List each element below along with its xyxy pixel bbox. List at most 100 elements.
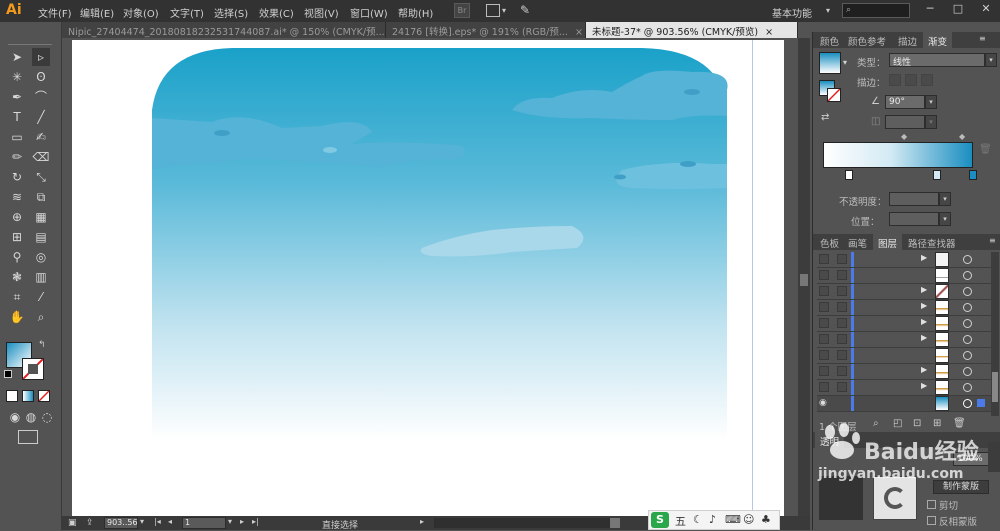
zoom-field[interactable]: 903..56 bbox=[104, 517, 138, 529]
stroke-swatch-small[interactable] bbox=[827, 88, 841, 102]
menu-view[interactable]: 视图(V) bbox=[304, 5, 339, 20]
menu-window[interactable]: 窗口(W) bbox=[350, 5, 388, 20]
free-transform-tool-icon[interactable]: ⧉ bbox=[32, 188, 50, 206]
opacity-dropdown-icon[interactable]: ▾ bbox=[939, 192, 951, 206]
menu-effect[interactable]: 效果(C) bbox=[259, 5, 294, 20]
magic-wand-tool-icon[interactable]: ✳ bbox=[8, 68, 26, 86]
layer-row-selected[interactable]: ◉ bbox=[817, 396, 997, 412]
prev-page-icon[interactable]: ◂ bbox=[168, 517, 172, 526]
panel-menu-icon[interactable]: ≡ bbox=[979, 34, 986, 43]
lock-toggle[interactable] bbox=[837, 254, 847, 264]
target-icon[interactable] bbox=[963, 303, 972, 312]
tab-brushes[interactable]: 画笔 bbox=[843, 234, 872, 250]
tab-stroke[interactable]: 描边 bbox=[893, 32, 922, 48]
layer-row[interactable] bbox=[817, 348, 997, 364]
target-icon[interactable] bbox=[963, 367, 972, 376]
lock-toggle[interactable] bbox=[837, 382, 847, 392]
scale-tool-icon[interactable]: ⤡ bbox=[32, 168, 50, 186]
direct-selection-tool-icon[interactable]: ▹ bbox=[32, 48, 50, 66]
lock-toggle[interactable] bbox=[837, 334, 847, 344]
workspace-dropdown-icon[interactable]: ▾ bbox=[826, 6, 830, 15]
gradient-tool-icon[interactable]: ▤ bbox=[32, 228, 50, 246]
expand-arrow-icon[interactable]: ▶ bbox=[921, 301, 927, 310]
gradient-stop-blue[interactable] bbox=[969, 170, 977, 180]
skin-icon[interactable]: ☺ bbox=[743, 513, 754, 526]
menu-help[interactable]: 帮助(H) bbox=[398, 5, 433, 20]
lock-toggle[interactable] bbox=[837, 302, 847, 312]
eyedropper-tool-icon[interactable]: ⚲ bbox=[8, 248, 26, 266]
tab-color-guide[interactable]: 颜色参考 bbox=[843, 32, 891, 48]
next-page-icon[interactable]: ▸ bbox=[240, 517, 244, 526]
expand-arrow-icon[interactable]: ▶ bbox=[921, 381, 927, 390]
clip-checkbox[interactable] bbox=[927, 500, 936, 509]
zoom-dropdown-icon[interactable]: ▾ bbox=[140, 517, 144, 526]
vertical-scrollbar[interactable] bbox=[798, 38, 810, 516]
blend-tool-icon[interactable]: ◎ bbox=[32, 248, 50, 266]
first-page-icon[interactable]: |◂ bbox=[154, 517, 161, 526]
shape-builder-tool-icon[interactable]: ⊕ bbox=[8, 208, 26, 226]
visibility-toggle[interactable] bbox=[819, 382, 829, 392]
layer-row[interactable]: ▶ bbox=[817, 380, 997, 396]
tab-swatches[interactable]: 色板 bbox=[815, 234, 844, 250]
sky-illustration[interactable] bbox=[72, 40, 784, 516]
tab-document-3[interactable]: 未标题-37* @ 903.56% (CMYK/预览) × bbox=[586, 22, 798, 38]
visibility-toggle[interactable] bbox=[819, 318, 829, 328]
perspective-grid-tool-icon[interactable]: ▦ bbox=[32, 208, 50, 226]
none-mode-icon[interactable] bbox=[38, 390, 50, 402]
stroke-swatch[interactable] bbox=[22, 358, 44, 380]
chevron-down-icon[interactable]: ▾ bbox=[502, 6, 506, 15]
width-tool-icon[interactable]: ≋ bbox=[8, 188, 26, 206]
expand-arrow-icon[interactable]: ▶ bbox=[921, 365, 927, 374]
tab-pathfinder[interactable]: 路径查找器 bbox=[903, 234, 961, 250]
panel-menu-icon[interactable]: ≡ bbox=[989, 236, 996, 245]
ime-mode-label[interactable]: 五 bbox=[675, 513, 686, 529]
target-icon[interactable] bbox=[963, 351, 972, 360]
gradient-presets-icon[interactable]: ▾ bbox=[843, 58, 847, 67]
moon-icon[interactable]: ☾ bbox=[693, 513, 703, 526]
selection-indicator[interactable] bbox=[977, 399, 985, 407]
stroke-along-icon[interactable] bbox=[905, 74, 917, 86]
default-colors-icon[interactable] bbox=[4, 370, 12, 378]
menu-file[interactable]: 文件(F) bbox=[38, 5, 72, 20]
layer-row[interactable]: ▶ bbox=[817, 300, 997, 316]
lasso-tool-icon[interactable]: ʘ bbox=[32, 68, 50, 86]
target-icon[interactable] bbox=[963, 255, 972, 264]
paintbrush-tool-icon[interactable]: ✍ bbox=[32, 128, 50, 146]
invert-mask-checkbox[interactable] bbox=[927, 516, 936, 525]
page-dropdown-icon[interactable]: ▾ bbox=[228, 517, 232, 526]
collapsed-panel-icons[interactable] bbox=[988, 442, 1000, 472]
midpoint-diamond-icon[interactable]: ◆ bbox=[901, 132, 907, 141]
layer-row[interactable]: ▶ bbox=[817, 364, 997, 380]
zoom-tool-icon[interactable]: ⌕ bbox=[32, 308, 50, 326]
pen-tool-icon[interactable]: ✒ bbox=[8, 88, 26, 106]
scrollbar-thumb[interactable] bbox=[800, 274, 808, 286]
tab-document-2[interactable]: 24176 [转换].eps* @ 191% (RGB/预... × bbox=[386, 22, 586, 38]
camera-icon[interactable]: ▣ bbox=[68, 518, 77, 528]
visibility-toggle[interactable] bbox=[819, 286, 829, 296]
layer-row[interactable]: ▶ bbox=[817, 316, 997, 332]
curvature-tool-icon[interactable]: ⌒ bbox=[32, 88, 50, 106]
tab-document-1[interactable]: Nipic_27404474_20180818232531744087.ai* … bbox=[62, 22, 386, 38]
expand-arrow-icon[interactable]: ▶ bbox=[921, 317, 927, 326]
lock-toggle[interactable] bbox=[837, 286, 847, 296]
pencil-tool-icon[interactable]: ✏ bbox=[8, 148, 26, 166]
layers-scrollbar[interactable] bbox=[991, 252, 999, 416]
aspect-dropdown-icon[interactable]: ▾ bbox=[925, 115, 937, 129]
target-icon[interactable] bbox=[963, 287, 972, 296]
keyboard-icon[interactable]: ⌨ bbox=[725, 513, 741, 526]
gradient-type-select[interactable]: 线性 bbox=[889, 53, 985, 68]
swap-fill-stroke-icon[interactable]: ↰ bbox=[38, 340, 46, 350]
visibility-toggle[interactable] bbox=[819, 254, 829, 264]
target-icon[interactable] bbox=[963, 383, 972, 392]
search-input[interactable]: ⌕ bbox=[842, 3, 910, 18]
mesh-tool-icon[interactable]: ⊞ bbox=[8, 228, 26, 246]
gradient-slider-bar[interactable] bbox=[823, 142, 973, 168]
menu-object[interactable]: 对象(O) bbox=[123, 5, 159, 20]
gradient-mode-icon[interactable] bbox=[22, 390, 34, 402]
column-graph-tool-icon[interactable]: ▥ bbox=[32, 268, 50, 286]
visibility-toggle[interactable] bbox=[819, 350, 829, 360]
layer-row[interactable] bbox=[817, 268, 997, 284]
layer-row[interactable]: ▶ bbox=[817, 252, 997, 268]
color-mode-icon[interactable] bbox=[6, 390, 18, 402]
tab-close-icon[interactable]: × bbox=[765, 27, 773, 38]
